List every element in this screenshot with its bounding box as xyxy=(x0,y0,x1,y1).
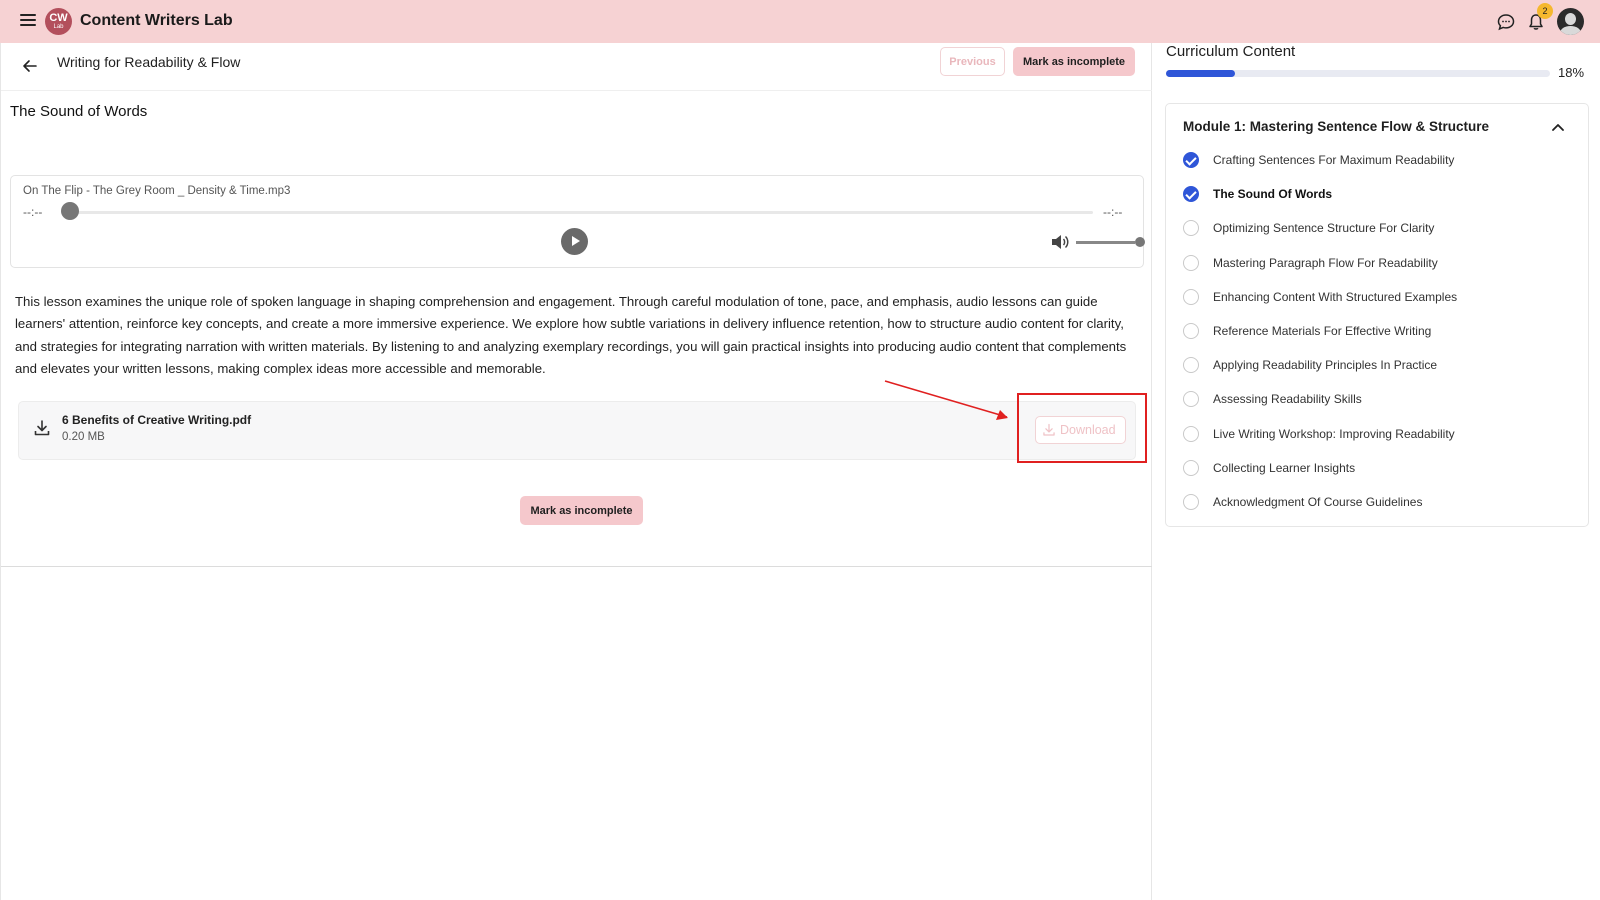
empty-circle-icon xyxy=(1183,459,1199,476)
top-bar: CW Lab Content Writers Lab 2 xyxy=(0,0,1600,43)
lesson-item-label: Crafting Sentences For Maximum Readabili… xyxy=(1213,153,1455,167)
lesson-item[interactable]: Mastering Paragraph Flow For Readability xyxy=(1183,251,1438,275)
lesson-item-label: Live Writing Workshop: Improving Readabi… xyxy=(1213,426,1455,441)
module-title[interactable]: Module 1: Mastering Sentence Flow & Stru… xyxy=(1183,119,1489,134)
lesson-item-label: Optimizing Sentence Structure For Clarit… xyxy=(1213,221,1435,236)
curriculum-sidebar: Curriculum Content 18% Module 1: Masteri… xyxy=(1153,43,1600,900)
app-logo[interactable]: CW Lab xyxy=(45,8,72,35)
logo-sub-text: Lab xyxy=(53,24,64,30)
progress-fill xyxy=(1166,70,1236,77)
lesson-item-label: Collecting Learner Insights xyxy=(1213,460,1356,475)
progress-bar xyxy=(1166,70,1550,77)
empty-circle-icon xyxy=(1183,494,1199,510)
lesson-item-label: Assessing Readability Skills xyxy=(1213,392,1362,407)
download-icon xyxy=(34,420,50,436)
attachment-file-size: 0.20 MB xyxy=(62,431,105,443)
lesson-item[interactable]: Assessing Readability Skills xyxy=(1183,387,1362,411)
lesson-item[interactable]: Applying Readability Principles In Pract… xyxy=(1183,353,1437,377)
lesson-item[interactable]: Collecting Learner Insights xyxy=(1183,456,1355,480)
lesson-title: Writing for Readability & Flow xyxy=(57,54,241,70)
annotation-highlight-box xyxy=(1017,393,1147,463)
empty-circle-icon xyxy=(1183,391,1199,408)
mark-incomplete-bottom-button[interactable]: Mark as incomplete xyxy=(520,496,643,525)
empty-circle-icon xyxy=(1183,254,1199,271)
section-title: The Sound of Words xyxy=(10,103,148,120)
play-icon[interactable] xyxy=(561,228,588,255)
lesson-item[interactable]: Optimizing Sentence Structure For Clarit… xyxy=(1183,216,1434,240)
app-title: Content Writers Lab xyxy=(80,12,233,29)
lesson-item[interactable]: Live Writing Workshop: Improving Readabi… xyxy=(1183,422,1455,446)
lesson-item-label: Reference Materials For Effective Writin… xyxy=(1213,324,1432,338)
lesson-item-label: Enhancing Content With Structured Exampl… xyxy=(1213,289,1458,304)
duration: --:-- xyxy=(1103,205,1123,219)
notification-badge: 2 xyxy=(1537,3,1553,19)
lesson-item-label: Acknowledgment Of Course Guidelines xyxy=(1213,495,1423,509)
check-icon xyxy=(1183,152,1199,168)
check-icon xyxy=(1183,186,1199,203)
back-arrow-icon[interactable] xyxy=(21,57,39,75)
current-time: --:-- xyxy=(23,205,43,219)
empty-circle-icon xyxy=(1183,323,1199,339)
lesson-item[interactable]: Enhancing Content With Structured Exampl… xyxy=(1183,285,1457,309)
empty-circle-icon xyxy=(1183,357,1199,374)
lesson-item[interactable]: Reference Materials For Effective Writin… xyxy=(1183,319,1431,343)
empty-circle-icon xyxy=(1183,425,1199,442)
lesson-item-label: Applying Readability Principles In Pract… xyxy=(1213,358,1438,373)
lesson-panel: Writing for Readability & Flow Previous … xyxy=(0,43,1152,900)
annotation-arrow xyxy=(884,380,1008,420)
progress-percent: 18% xyxy=(1558,65,1585,80)
lesson-item-label: Mastering Paragraph Flow For Readability xyxy=(1213,255,1438,270)
module-card: Module 1: Mastering Sentence Flow & Stru… xyxy=(1165,103,1589,527)
divider xyxy=(1,566,1152,567)
mark-incomplete-button[interactable]: Mark as incomplete xyxy=(1013,47,1135,76)
chevron-up-icon[interactable] xyxy=(1551,122,1565,132)
seek-bar[interactable] xyxy=(71,211,1093,214)
lesson-item[interactable]: Acknowledgment Of Course Guidelines xyxy=(1183,490,1422,514)
previous-button[interactable]: Previous xyxy=(940,47,1005,76)
audio-file-name: On The Flip - The Grey Room _ Density & … xyxy=(23,185,291,197)
lesson-header: Writing for Readability & Flow Previous … xyxy=(1,43,1152,91)
attachment-file-name: 6 Benefits of Creative Writing.pdf xyxy=(62,413,252,427)
lesson-item[interactable]: Crafting Sentences For Maximum Readabili… xyxy=(1183,148,1454,172)
seek-handle[interactable] xyxy=(61,202,79,220)
menu-icon[interactable] xyxy=(20,14,36,28)
volume-handle[interactable] xyxy=(1135,237,1145,247)
chat-icon[interactable] xyxy=(1496,12,1516,32)
lesson-description: This lesson examines the unique role of … xyxy=(15,294,1127,376)
curriculum-title: Curriculum Content xyxy=(1166,43,1296,60)
lesson-item[interactable]: The Sound Of Words xyxy=(1183,182,1332,206)
audio-player: On The Flip - The Grey Room _ Density & … xyxy=(10,175,1145,268)
avatar[interactable] xyxy=(1557,8,1584,35)
volume-icon[interactable] xyxy=(1050,233,1070,251)
lesson-item-label: The Sound Of Words xyxy=(1213,187,1333,202)
volume-slider[interactable] xyxy=(1076,241,1135,244)
empty-circle-icon xyxy=(1183,220,1199,237)
empty-circle-icon xyxy=(1183,288,1199,305)
